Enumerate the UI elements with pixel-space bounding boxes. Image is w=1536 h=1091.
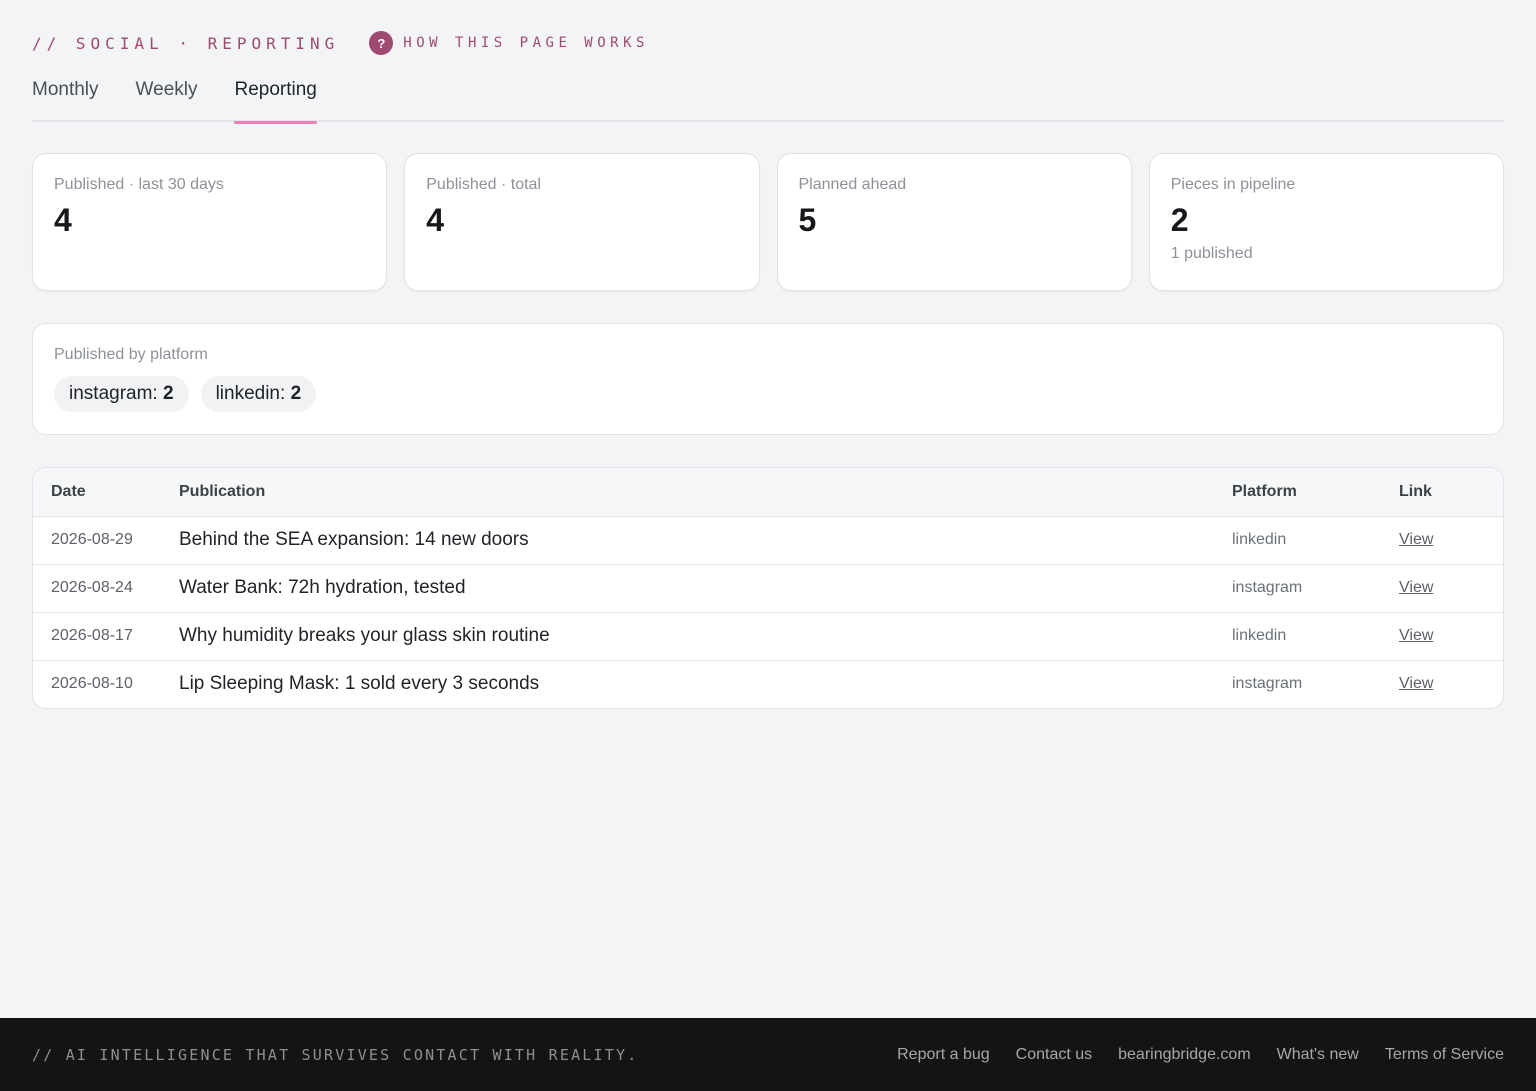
page-header: // SOCIAL · REPORTING ? HOW THIS PAGE WO… — [32, 30, 649, 56]
row-publication: Water Bank: 72h hydration, tested — [179, 564, 1232, 613]
panel-title: Published by platform — [54, 346, 208, 363]
help-label: HOW THIS PAGE WORKS — [403, 35, 649, 51]
row-platform: instagram — [1232, 564, 1399, 613]
footer-link-report-bug[interactable]: Report a bug — [897, 1046, 990, 1064]
column-header-link: Link — [1399, 468, 1503, 517]
table-row: 2026-08-10 Lip Sleeping Mask: 1 sold eve… — [33, 660, 1503, 708]
stat-value: 4 — [54, 202, 72, 238]
footer-link-terms[interactable]: Terms of Service — [1385, 1046, 1504, 1064]
stat-card-published-total: Published · total 4 — [404, 153, 760, 291]
view-tabs: Monthly Weekly Reporting — [32, 72, 1504, 124]
footer-links: Report a bug Contact us bearingbridge.co… — [897, 1046, 1504, 1064]
column-header-platform: Platform — [1232, 468, 1399, 517]
stat-card-planned-ahead: Planned ahead 5 — [776, 153, 1132, 291]
row-platform: linkedin — [1232, 516, 1399, 565]
row-date: 2026-08-17 — [33, 612, 179, 661]
footer-link-whats-new[interactable]: What's new — [1277, 1046, 1359, 1064]
chip-platform-name: instagram: — [69, 383, 158, 404]
site-footer: // AI INTELLIGENCE THAT SURVIVES CONTACT… — [0, 1018, 1536, 1091]
section-eyebrow: // SOCIAL · REPORTING — [32, 33, 340, 53]
stat-label: Pieces in pipeline — [1170, 176, 1296, 193]
row-date: 2026-08-29 — [33, 516, 179, 565]
published-by-platform-panel: Published by platform instagram: 2 linke… — [32, 323, 1504, 435]
footer-link-contact[interactable]: Contact us — [1016, 1046, 1092, 1064]
row-platform: instagram — [1232, 675, 1303, 693]
column-header-publication: Publication — [179, 468, 1232, 517]
stat-card-published-30-days: Published · last 30 days 4 — [32, 153, 388, 291]
stat-label: Published · last 30 days — [54, 176, 224, 193]
how-this-page-works-button[interactable]: ? HOW THIS PAGE WORKS — [369, 31, 649, 55]
row-publication: Lip Sleeping Mask: 1 sold every 3 second… — [179, 673, 540, 695]
chip-platform-name: linkedin: — [215, 383, 286, 404]
table-row: 2026-08-17 Why humidity breaks your glas… — [33, 612, 1503, 661]
help-icon: ? — [369, 31, 394, 55]
row-publication: Why humidity breaks your glass skin rout… — [179, 612, 1232, 661]
view-link[interactable]: View — [1399, 579, 1433, 596]
tab-reporting[interactable]: Reporting — [234, 72, 318, 124]
table-row: 2026-08-24 Water Bank: 72h hydration, te… — [33, 564, 1503, 613]
stat-card-pieces-in-pipeline: Pieces in pipeline 2 1 published — [1148, 153, 1504, 291]
stat-value: 2 — [1170, 202, 1189, 238]
platform-chips: instagram: 2 linkedin: 2 — [54, 376, 1482, 412]
stat-label: Planned ahead — [798, 176, 907, 193]
view-link[interactable]: View — [1399, 627, 1433, 644]
stat-value: 4 — [426, 202, 445, 238]
platform-chip-instagram: instagram: 2 — [54, 376, 189, 412]
view-link[interactable]: View — [1399, 531, 1433, 548]
table-header-row: Date Publication Platform Link — [33, 468, 1503, 517]
view-link[interactable]: View — [1399, 675, 1433, 692]
stat-value: 5 — [798, 202, 817, 238]
footer-link-website[interactable]: bearingbridge.com — [1118, 1046, 1251, 1064]
tab-monthly[interactable]: Monthly — [32, 72, 99, 122]
tab-weekly[interactable]: Weekly — [136, 72, 198, 122]
table-row: 2026-08-29 Behind the SEA expansion: 14 … — [33, 516, 1503, 565]
row-publication: Behind the SEA expansion: 14 new doors — [179, 516, 1232, 565]
chip-count: 2 — [290, 383, 302, 404]
footer-tagline: // AI INTELLIGENCE THAT SURVIVES CONTACT… — [32, 1045, 639, 1064]
stat-label: Published · total — [426, 176, 541, 193]
chip-count: 2 — [162, 383, 174, 404]
publications-table: Date Publication Platform Link 2026-08-2… — [32, 467, 1504, 709]
row-platform: linkedin — [1232, 612, 1399, 661]
column-header-date: Date — [33, 468, 179, 517]
stat-cards: Published · last 30 days 4 Published · t… — [32, 153, 1504, 291]
row-date: 2026-08-24 — [33, 564, 179, 613]
row-date: 2026-08-10 — [51, 675, 133, 693]
stat-subtext: 1 published — [1170, 245, 1253, 262]
platform-chip-linkedin: linkedin: 2 — [200, 376, 317, 412]
